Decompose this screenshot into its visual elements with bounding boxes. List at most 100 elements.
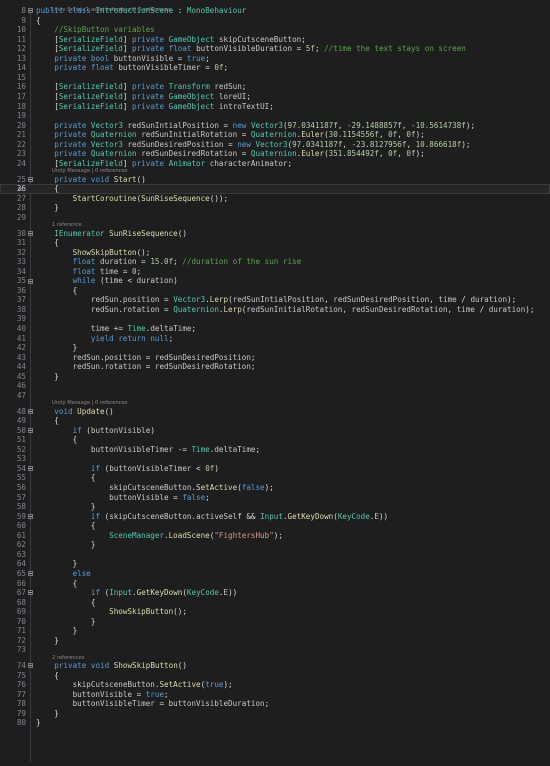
code-line[interactable]: 26 ✎ { xyxy=(0,184,550,194)
code-line[interactable]: 18 [SerializeField] private GameObject i… xyxy=(0,102,550,112)
code-text[interactable]: } xyxy=(36,617,96,627)
code-line[interactable]: 56 skipCutsceneButton.SetActive(false); xyxy=(0,483,550,493)
code-text[interactable]: private Vector3 redSunIntialPosition = n… xyxy=(36,121,475,131)
code-text[interactable]: buttonVisible = true; xyxy=(36,690,169,700)
code-line[interactable]: 28 } xyxy=(0,203,550,213)
code-line[interactable]: 70 } xyxy=(0,617,550,627)
fold-toggle-icon[interactable] xyxy=(28,513,33,519)
code-text[interactable]: if (buttonVisibleTimer < 0f) xyxy=(36,464,219,474)
code-line[interactable]: 53 xyxy=(0,454,550,464)
fold-toggle-icon[interactable] xyxy=(28,176,33,182)
code-line[interactable]: 73 xyxy=(0,645,550,655)
code-line[interactable]: 80} xyxy=(0,718,550,728)
code-text[interactable]: redSun.rotation = redSunDesiredRotation; xyxy=(36,362,256,372)
code-line[interactable]: 44 redSun.rotation = redSunDesiredRotati… xyxy=(0,362,550,372)
code-text[interactable]: } xyxy=(36,718,41,728)
code-text[interactable]: ShowSkipButton(); xyxy=(36,607,187,617)
code-line[interactable]: 59 if (skipCutsceneButton.activeSelf && … xyxy=(0,512,550,522)
code-text[interactable]: { xyxy=(36,435,78,445)
fold-toggle-icon[interactable] xyxy=(28,466,33,472)
code-line[interactable]: 35 while (time < duration) xyxy=(0,276,550,286)
code-text[interactable]: redSun.rotation = Quaternion.Lerp(redSun… xyxy=(36,305,535,315)
code-line[interactable]: 33 float duration = 15.0f; //duration of… xyxy=(0,257,550,267)
code-line[interactable]: 47 xyxy=(0,391,550,401)
code-line[interactable]: 79 } xyxy=(0,709,550,719)
code-line[interactable]: 66 { xyxy=(0,579,550,589)
code-line[interactable]: 57 buttonVisible = false; xyxy=(0,493,550,503)
code-line[interactable]: 9{ xyxy=(0,16,550,26)
code-editor[interactable]: Unity Script (1 asset reference) | 0 ref… xyxy=(0,0,550,766)
fold-toggle-icon[interactable] xyxy=(28,408,33,414)
code-line[interactable]: 72 } xyxy=(0,636,550,646)
code-line[interactable]: 20 private Vector3 redSunIntialPosition … xyxy=(0,121,550,131)
code-text[interactable]: } xyxy=(36,636,59,646)
code-line[interactable]: 76 skipCutsceneButton.SetActive(true); xyxy=(0,680,550,690)
code-text[interactable]: } xyxy=(36,540,96,550)
code-text[interactable]: time += Time.deltaTime; xyxy=(36,324,196,334)
code-text[interactable]: [SerializeField] private GameObject lore… xyxy=(36,92,251,102)
code-line[interactable]: 68 { xyxy=(0,598,550,608)
code-line[interactable]: 24 [SerializeField] private Animator cha… xyxy=(0,159,550,169)
code-line[interactable]: 27 StartCoroutine(SunRiseSequence()); xyxy=(0,194,550,204)
code-text[interactable]: [SerializeField] private GameObject skip… xyxy=(36,35,306,45)
code-line[interactable]: 61 SceneManager.LoadScene("FightersHub")… xyxy=(0,531,550,541)
code-line[interactable]: 14 private float buttonVisibleTimer = 0f… xyxy=(0,63,550,73)
fold-toggle-icon[interactable] xyxy=(28,571,33,577)
code-line[interactable]: 31 { xyxy=(0,238,550,248)
code-text[interactable]: } xyxy=(36,343,78,353)
code-text[interactable]: skipCutsceneButton.SetActive(true); xyxy=(36,680,233,690)
code-line[interactable]: 22 private Vector3 redSunDesiredPosition… xyxy=(0,140,550,150)
code-text[interactable]: StartCoroutine(SunRiseSequence()); xyxy=(36,194,228,204)
code-text[interactable]: private float buttonVisibleTimer = 0f; xyxy=(36,63,228,73)
code-text[interactable]: buttonVisibleTimer = buttonVisibleDurati… xyxy=(36,699,270,709)
code-line[interactable]: 65 else xyxy=(0,569,550,579)
code-line[interactable]: 8 public class IntroductionScene : MonoBe… xyxy=(0,6,550,16)
code-text[interactable]: private void ShowSkipButton() xyxy=(36,661,187,671)
code-text[interactable]: if (skipCutsceneButton.activeSelf && Inp… xyxy=(36,512,388,522)
code-line[interactable]: 75 { xyxy=(0,671,550,681)
code-line[interactable]: 74 private void ShowSkipButton() xyxy=(0,661,550,671)
code-text[interactable]: } xyxy=(36,372,59,382)
code-line[interactable]: 15 xyxy=(0,73,550,83)
code-line[interactable]: 45 } xyxy=(0,372,550,382)
code-line[interactable]: 77 buttonVisible = true; xyxy=(0,690,550,700)
code-line[interactable]: 34 float time = 0; xyxy=(0,267,550,277)
code-text[interactable]: { xyxy=(36,416,59,426)
code-text[interactable]: redSun.position = Vector3.Lerp(redSunInt… xyxy=(36,295,516,305)
fold-toggle-icon[interactable] xyxy=(28,663,33,669)
code-line[interactable]: 29 xyxy=(0,213,550,223)
code-text[interactable]: [SerializeField] private GameObject intr… xyxy=(36,102,274,112)
code-line[interactable]: 58 } xyxy=(0,502,550,512)
code-line[interactable]: 39 xyxy=(0,314,550,324)
code-line[interactable]: 51 { xyxy=(0,435,550,445)
code-line[interactable]: 60 { xyxy=(0,521,550,531)
code-line[interactable]: 54 if (buttonVisibleTimer < 0f) xyxy=(0,464,550,474)
code-text[interactable]: { xyxy=(36,579,78,589)
code-line[interactable]: 52 buttonVisibleTimer -= Time.deltaTime; xyxy=(0,445,550,455)
code-line[interactable]: 50 if (buttonVisible) xyxy=(0,426,550,436)
code-line[interactable]: 36 { xyxy=(0,286,550,296)
code-line[interactable]: 12 [SerializeField] private float button… xyxy=(0,44,550,54)
code-line[interactable]: 63 xyxy=(0,550,550,560)
code-line[interactable]: 78 buttonVisibleTimer = buttonVisibleDur… xyxy=(0,699,550,709)
code-text[interactable]: buttonVisible = false; xyxy=(36,493,210,503)
code-line[interactable]: 38 redSun.rotation = Quaternion.Lerp(red… xyxy=(0,305,550,315)
code-text[interactable]: { xyxy=(36,238,59,248)
code-text[interactable]: SceneManager.LoadScene("FightersHub"); xyxy=(36,531,283,541)
code-text[interactable]: public class IntroductionScene : MonoBeh… xyxy=(36,6,246,16)
code-line[interactable]: 43 redSun.position = redSunDesiredPositi… xyxy=(0,353,550,363)
code-line[interactable]: 55 { xyxy=(0,473,550,483)
code-line[interactable]: 16 [SerializeField] private Transform re… xyxy=(0,82,550,92)
code-text[interactable]: yield return null; xyxy=(36,334,173,344)
code-text[interactable]: skipCutsceneButton.SetActive(false); xyxy=(36,483,274,493)
code-line[interactable]: 64 } xyxy=(0,559,550,569)
code-text[interactable]: { xyxy=(36,16,41,26)
code-text[interactable]: } xyxy=(36,709,59,719)
code-text[interactable]: else xyxy=(36,569,91,579)
code-line[interactable]: 10 //SkipButton variables xyxy=(0,25,550,35)
code-text[interactable]: private Quaternion redSunInitialRotation… xyxy=(36,130,424,140)
fold-toggle-icon[interactable] xyxy=(28,278,33,284)
code-text[interactable]: { xyxy=(36,473,96,483)
fold-toggle-icon[interactable] xyxy=(28,230,33,236)
code-line[interactable]: 17 [SerializeField] private GameObject l… xyxy=(0,92,550,102)
